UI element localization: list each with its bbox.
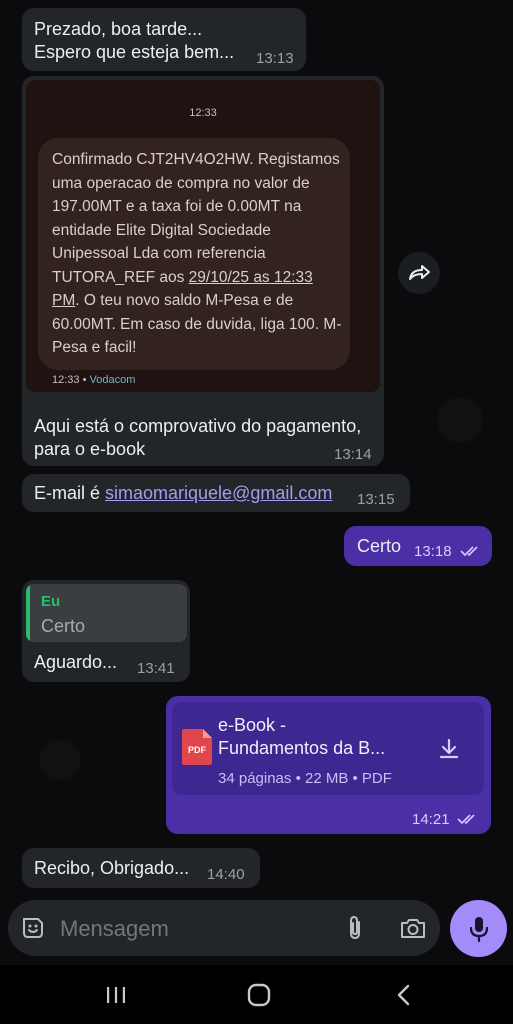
chat-area[interactable]: Prezado, boa tarde... Espero que esteja … [0,0,513,965]
message-email[interactable]: E-mail é simaomariquele@gmail.com 13:15 [22,474,410,512]
recent-apps-icon[interactable] [106,986,126,1004]
message-line: Espero que esteja bem... [34,42,235,62]
message-time: 14:21 [412,811,450,828]
quoted-reply[interactable]: Eu Certo [26,584,187,642]
message-caption: Aqui está o comprovativo do pagamento, p… [34,415,361,461]
message-time: 13:14 [334,446,372,463]
message-text: Aguardo... [34,652,118,672]
sms-footer-time: 12:33 [52,374,80,386]
sms-header-time: 12:33 [189,107,217,119]
message-text: Recibo, Obrigado... [34,858,190,878]
back-icon[interactable] [396,984,412,1006]
message-text-prefix: E-mail é [34,483,106,503]
message-time: 13:41 [137,660,175,677]
voice-record-button[interactable] [450,900,507,957]
sms-footer-separator: • [82,374,87,386]
message-recibo[interactable]: Recibo, Obrigado... 14:40 [22,848,260,888]
message-time: 13:13 [256,50,294,67]
pdf-file-icon: PDF [182,729,212,765]
message-line: Prezado, boa tarde... [34,19,203,39]
message-composer[interactable] [8,900,440,956]
sticker-icon[interactable] [20,915,46,941]
message-line: para o e-book [34,439,146,459]
sms-footer-carrier: Vodacom [89,374,136,386]
forward-button[interactable] [398,252,440,294]
message-time: 14:40 [207,866,245,883]
home-icon[interactable] [247,983,271,1007]
message-line: Aqui está o comprovativo do pagamento, [34,416,362,436]
document-title-line: Fundamentos da B... [218,738,386,758]
paperclip-icon[interactable] [343,914,367,942]
document-meta: 34 páginas • 22 MB • PDF [218,770,392,787]
message-aguardo[interactable]: Eu Certo Aguardo... 13:41 [22,580,190,682]
email-link[interactable]: simaomariquele@gmail.com [105,483,332,503]
sms-text-part: Confirmado CJT2HV4O2HW. Registamos uma o… [52,151,340,286]
document-title-line: e-Book - [218,715,287,735]
message-text: Certo [357,536,402,556]
receipt-screenshot-image[interactable]: 12:33 Confirmado CJT2HV4O2HW. Registamos… [26,80,380,392]
message-text: E-mail é simaomariquele@gmail.com [34,482,332,505]
message-ebook-document[interactable]: PDF e-Book - Fundamentos da B... 34 pági… [166,696,491,834]
document-title: e-Book - Fundamentos da B... [218,714,385,760]
message-time: 13:15 [357,491,395,508]
system-navigation-bar [0,965,513,1024]
message-time: 13:18 [414,543,452,560]
camera-icon[interactable] [399,916,427,940]
message-receipt-image[interactable]: 12:33 Confirmado CJT2HV4O2HW. Registamos… [22,76,384,466]
sms-text-part: . O teu novo saldo M-Pesa e de 60.00MT. … [52,292,342,356]
download-icon[interactable] [437,737,461,761]
quote-text: Certo [41,616,86,636]
microphone-icon [469,916,488,942]
quote-author: Eu [41,593,61,610]
message-greeting[interactable]: Prezado, boa tarde... Espero que esteja … [22,8,306,71]
document-card[interactable]: PDF e-Book - Fundamentos da B... 34 pági… [172,702,484,795]
sms-footer: 12:33 • Vodacom [52,374,135,386]
message-text: Prezado, boa tarde... Espero que esteja … [34,18,234,64]
quote-bar [26,584,30,642]
double-check-icon [457,814,475,825]
double-check-icon [460,546,478,557]
pdf-badge-label: PDF [188,745,207,755]
forward-icon [409,265,430,280]
message-certo[interactable]: Certo 13:18 [344,526,492,566]
sms-text: Confirmado CJT2HV4O2HW. Registamos uma o… [52,148,342,360]
message-input[interactable] [58,912,332,946]
